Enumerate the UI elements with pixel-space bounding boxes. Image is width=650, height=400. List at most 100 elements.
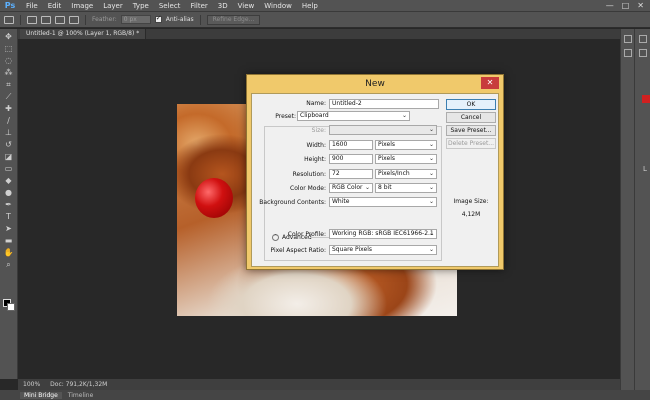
width-label: Width: [306,142,326,149]
color-mode-value: RGB Color [332,184,363,191]
stamp-icon[interactable]: ⊥ [3,128,15,137]
menu-window[interactable]: Window [259,0,297,12]
pen-icon[interactable]: ✒ [3,200,15,209]
chevron-down-icon: ⌄ [401,112,407,119]
preset-label: Preset: [262,113,296,120]
menu-file[interactable]: File [21,0,43,12]
minimize-icon[interactable]: — [606,1,614,10]
brush-icon[interactable]: ∕ [3,116,15,125]
maximize-icon[interactable]: □ [622,1,630,10]
resolution-unit-select[interactable]: Pixels/Inch ⌄ [375,169,437,179]
refine-edge-button[interactable]: Refine Edge... [206,14,261,25]
type-icon[interactable]: T [3,212,15,221]
width-unit-value: Pixels [378,141,396,148]
lasso-preset-icon[interactable] [4,15,14,24]
hand-icon[interactable]: ✋ [3,248,15,257]
size-select: ⌄ [329,125,437,135]
anti-alias-checkbox[interactable] [154,14,162,23]
tab-timeline[interactable]: Timeline [64,392,98,399]
menu-filter[interactable]: Filter [185,0,212,12]
delete-preset-button: Delete Preset... [446,138,496,149]
chevron-down-icon: ⌄ [428,141,434,148]
lasso-icon[interactable]: ◌ [3,56,15,65]
color-panel-icon[interactable] [638,49,647,57]
intersect-selection-icon[interactable] [69,15,79,24]
subtract-selection-icon[interactable] [55,15,65,24]
height-unit-select[interactable]: Pixels ⌄ [375,154,437,164]
menu-type[interactable]: Type [128,0,154,12]
path-select-icon[interactable]: ➤ [3,224,15,233]
size-label: Size: [311,127,326,134]
move-icon[interactable]: ✥ [3,32,15,41]
dialog-title: New [365,79,385,89]
eyedropper-icon[interactable]: ⟋ [3,92,15,101]
anti-alias-label: Anti-alias [165,16,194,23]
document-tab[interactable]: Untitled-1 @ 100% (Layer 1, RGB/8) * [20,29,147,39]
dodge-icon[interactable]: ● [3,188,15,197]
marquee-icon[interactable]: ⬚ [3,44,15,53]
chevron-down-icon: ⌄ [428,246,434,253]
chevron-down-icon: ⌄ [428,170,434,177]
menu-view[interactable]: View [233,0,260,12]
layers-panel-tab[interactable]: L [643,165,647,173]
feather-input[interactable]: 0 px [120,15,151,24]
menu-help[interactable]: Help [297,0,323,12]
menu-edit[interactable]: Edit [43,0,67,12]
chevron-down-icon: ⌄ [428,184,434,191]
color-mode-select[interactable]: RGB Color ⌄ [329,183,373,193]
menu-3d[interactable]: 3D [213,0,233,12]
background-color-swatch[interactable] [7,303,15,311]
chevron-down-icon: ⌄ [428,230,434,237]
pixel-aspect-value: Square Pixels [332,246,373,253]
save-preset-button[interactable]: Save Preset... [446,125,496,136]
color-mode-label: Color Mode: [290,185,326,192]
bit-depth-select[interactable]: 8 bit ⌄ [375,183,437,193]
properties-panel-icon[interactable] [623,49,632,57]
menu-image[interactable]: Image [66,0,98,12]
close-window-icon[interactable]: ✕ [637,1,644,10]
pixel-aspect-label: Pixel Aspect Ratio: [270,247,327,254]
chevron-down-icon: ⌄ [428,155,434,162]
healing-icon[interactable]: ✚ [3,104,15,113]
preset-select[interactable]: Clipboard ⌄ [297,111,410,121]
new-document-dialog: New ✕ Name: Untitled-2 Preset: Clipboard… [246,74,504,270]
zoom-level[interactable]: 100% [23,381,40,388]
cancel-button[interactable]: Cancel [446,112,496,123]
width-unit-select[interactable]: Pixels ⌄ [375,140,437,150]
ok-button[interactable]: OK [446,99,496,110]
add-selection-icon[interactable] [41,15,51,24]
pixel-aspect-select[interactable]: Square Pixels ⌄ [329,245,437,255]
resolution-field[interactable]: 72 [329,169,373,179]
color-profile-select[interactable]: Working RGB: sRGB IEC61966-2.1 ⌄ [329,229,437,239]
width-field[interactable]: 1600 [329,140,373,150]
background-contents-value: White [332,198,350,205]
shape-icon[interactable]: ▬ [3,236,15,245]
eraser-icon[interactable]: ◪ [3,152,15,161]
tab-mini-bridge[interactable]: Mini Bridge [20,391,62,399]
magic-wand-icon[interactable]: ⁂ [3,68,15,77]
history-brush-icon[interactable]: ↺ [3,140,15,149]
height-field[interactable]: 900 [329,154,373,164]
gradient-icon[interactable]: ▭ [3,164,15,173]
background-contents-select[interactable]: White ⌄ [329,197,437,207]
color-profile-value: Working RGB: sRGB IEC61966-2.1 [332,230,434,237]
color-swatch-icon[interactable] [642,95,650,103]
crop-icon[interactable]: ⌗ [3,80,15,89]
resolution-unit-value: Pixels/Inch [378,170,410,177]
history-panel-icon[interactable] [623,35,632,43]
chevron-down-icon: ⌄ [428,126,434,133]
close-icon[interactable]: ✕ [481,77,499,89]
collapse-panel-icon[interactable] [638,35,647,43]
new-selection-icon[interactable] [27,15,37,24]
menu-layer[interactable]: Layer [98,0,128,12]
preset-value: Clipboard [300,112,329,119]
name-label: Name: [306,100,326,107]
name-field[interactable]: Untitled-2 [329,99,439,109]
chevron-down-icon: ⌄ [428,198,434,205]
color-profile-label: Color Profile: [287,231,326,238]
zoom-icon[interactable]: ⌕ [3,260,15,269]
chevron-down-icon: ⌄ [364,184,370,191]
divider [199,14,201,25]
menu-select[interactable]: Select [154,0,186,12]
blur-icon[interactable]: ◆ [3,176,15,185]
